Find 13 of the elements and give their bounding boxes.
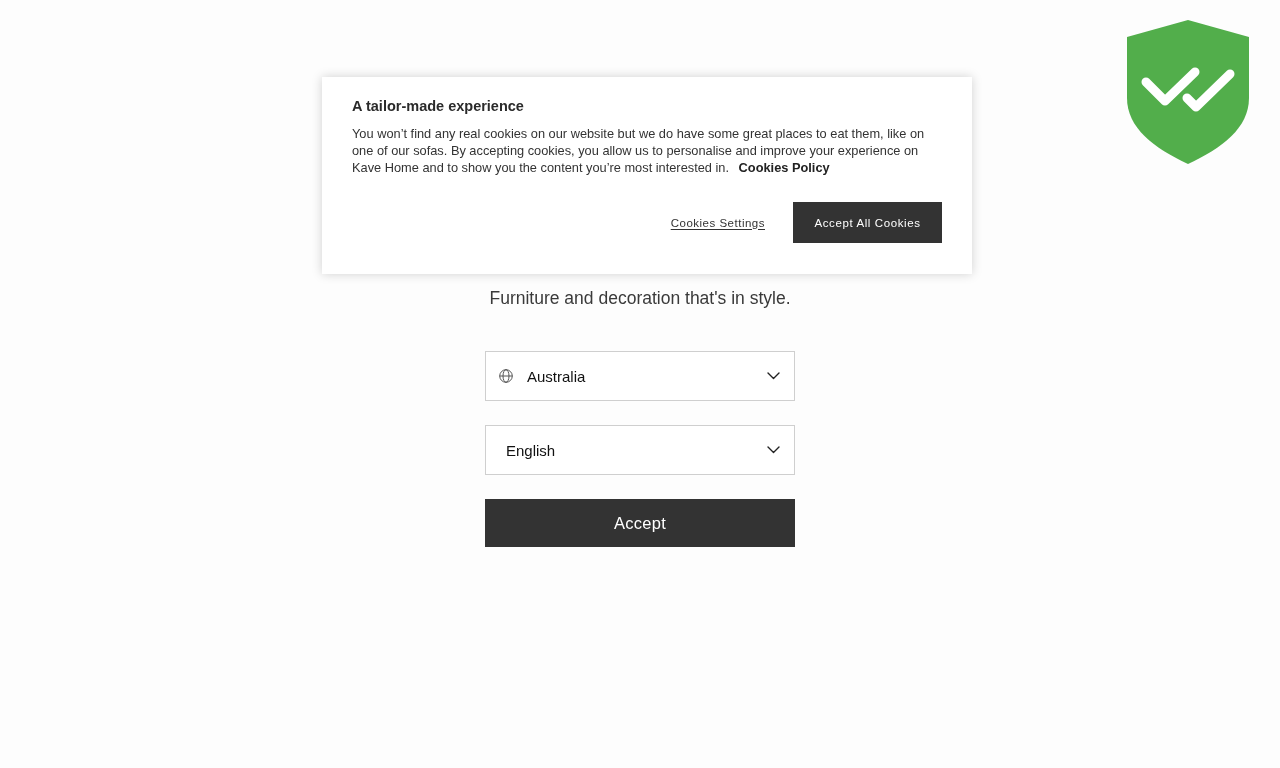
chevron-down-icon: [767, 372, 780, 380]
language-select[interactable]: English: [485, 425, 795, 475]
banner-title: A tailor-made experience: [352, 98, 525, 114]
tagline: Furniture and decoration that's in style.: [488, 287, 792, 309]
globe-icon: [499, 369, 513, 383]
banner-text: You won’t find any real cookies on our website but we do have some great places to eat them, like on one of our sofas. By accepting cookies, you allow us to personalise and improve your experience on Kave Home and to show you the content you’re most interested in. Cookies Policy: [352, 125, 926, 176]
cookies-policy-link[interactable]: Cookies Policy: [738, 160, 830, 175]
country-select[interactable]: Australia: [485, 351, 795, 401]
accept-button[interactable]: Accept: [485, 499, 795, 547]
shield-check-icon: [1127, 20, 1249, 164]
cookies-settings-link[interactable]: Cookies Settings: [670, 216, 765, 229]
accept-all-cookies-button[interactable]: Accept All Cookies: [793, 202, 942, 243]
chevron-down-icon: [767, 446, 780, 454]
